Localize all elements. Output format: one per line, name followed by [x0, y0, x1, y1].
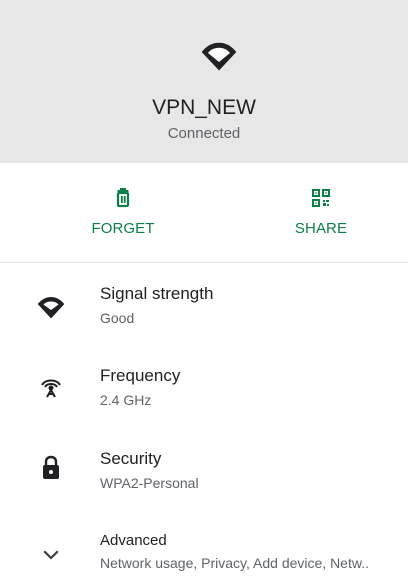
advanced-row[interactable]: Advanced Network usage, Privacy, Add dev… [0, 510, 408, 580]
share-button[interactable]: SHARE [251, 164, 391, 262]
forget-button[interactable]: FORGET [53, 164, 193, 262]
forget-label: FORGET [91, 220, 155, 237]
frequency-row: Frequency 2.4 GHz [0, 345, 408, 425]
connection-status: Connected [167, 125, 241, 142]
chevron-down-icon [43, 550, 59, 560]
security-row: Security WPA2-Personal [0, 427, 408, 507]
network-header: VPN_NEW Connected [0, 0, 408, 163]
advanced-title: Advanced [100, 532, 167, 549]
qr-code-icon [312, 189, 330, 207]
wifi-signal-icon [37, 297, 65, 319]
signal-strength-title: Signal strength [100, 284, 214, 303]
signal-strength-row: Signal strength Good [0, 265, 408, 345]
signal-strength-value: Good [100, 310, 135, 326]
advanced-summary: Network usage, Privacy, Add device, Netw… [100, 555, 369, 571]
frequency-title: Frequency [100, 366, 181, 385]
antenna-icon [41, 379, 61, 398]
lock-icon [43, 455, 59, 479]
trash-icon [116, 188, 130, 208]
share-label: SHARE [294, 220, 348, 237]
wifi-network-details-screen: VPN_NEW Connected FORGET SHARE Signal st… [0, 0, 408, 580]
security-value: WPA2-Personal [100, 475, 199, 491]
network-name: VPN_NEW [152, 96, 256, 119]
frequency-value: 2.4 GHz [100, 392, 152, 408]
network-actions: FORGET SHARE [0, 164, 408, 263]
wifi-icon [201, 42, 237, 71]
security-title: Security [100, 449, 162, 468]
